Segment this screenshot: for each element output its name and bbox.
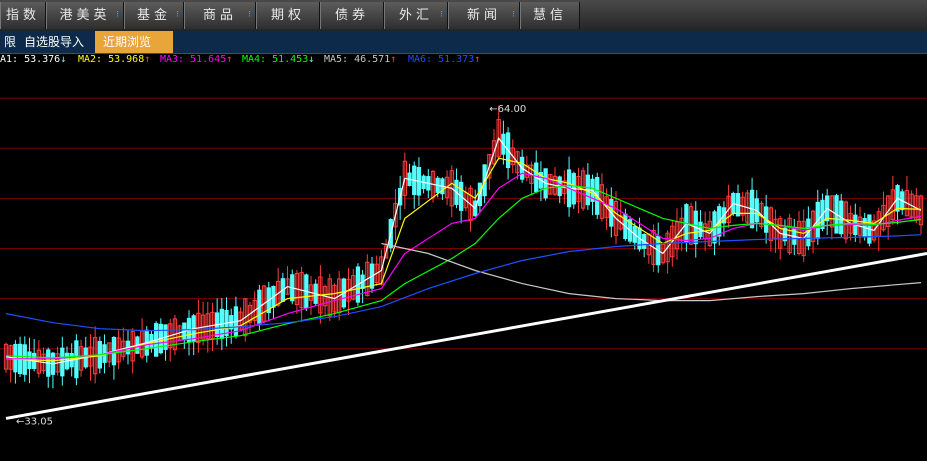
ma-line-ma6 [5,234,922,332]
candlestick-chart: ←64.00 ←33.05 [0,97,927,427]
high-price-label: ←64.00 [489,104,526,115]
low-price-label: ←33.05 [16,416,53,427]
